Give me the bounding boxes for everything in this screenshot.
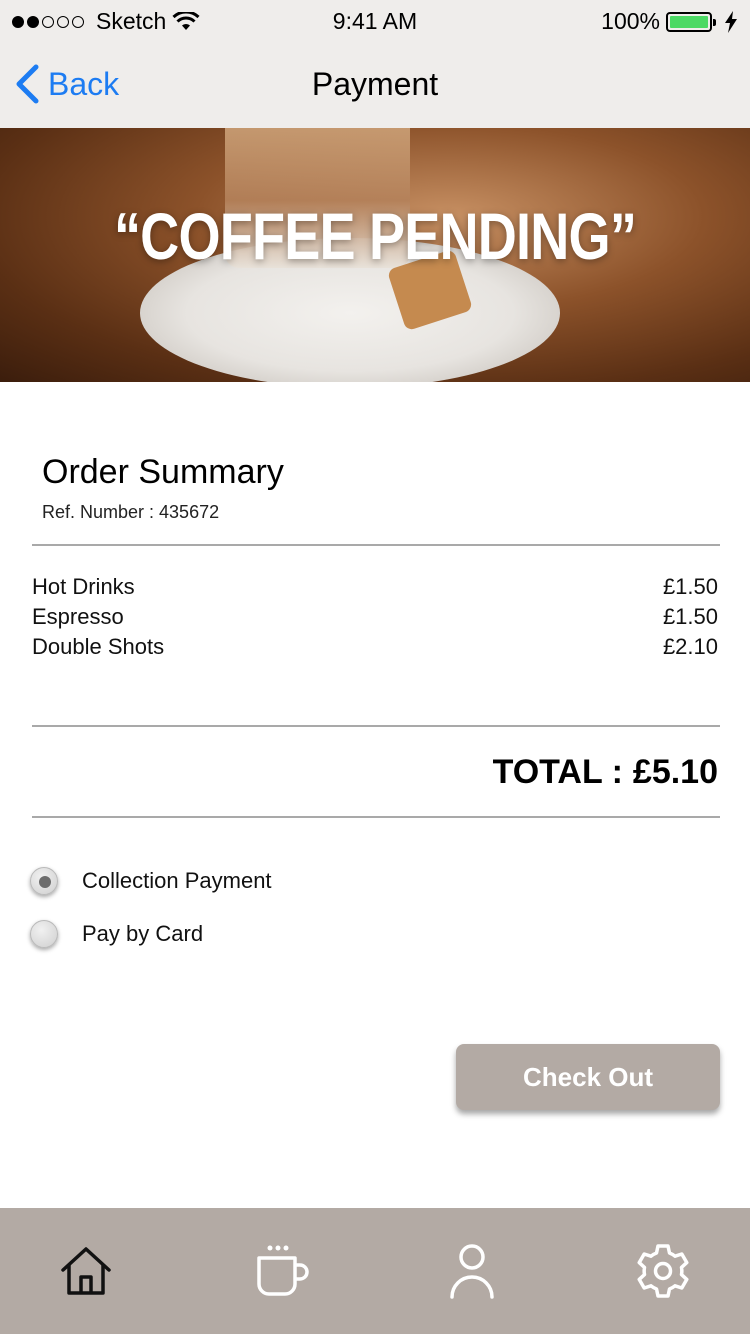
- hero-banner: “COFFEE PENDING”: [0, 128, 750, 382]
- gear-icon: [637, 1244, 689, 1298]
- radio-button[interactable]: [30, 920, 58, 948]
- reference-number: Ref. Number : 435672: [42, 502, 220, 522]
- payment-option-label: Pay by Card: [82, 921, 204, 946]
- radio-button-selected[interactable]: [30, 867, 58, 895]
- status-bar: Sketch 9:41 AM 100%: [0, 0, 750, 44]
- item-name: Hot Drinks: [32, 574, 135, 599]
- tab-home[interactable]: [51, 1236, 121, 1306]
- navigation-bar: Back Payment: [0, 44, 750, 128]
- status-right: 100%: [601, 8, 738, 35]
- home-icon: [61, 1247, 111, 1295]
- tab-profile[interactable]: [437, 1236, 507, 1306]
- tab-order[interactable]: [245, 1236, 315, 1306]
- tab-settings[interactable]: [628, 1236, 698, 1306]
- divider: [32, 725, 720, 727]
- battery-icon: [666, 11, 716, 32]
- divider: [32, 816, 720, 818]
- total-value: £5.10: [632, 753, 718, 791]
- list-item: Espresso £1.50: [32, 602, 718, 632]
- order-total: TOTAL : £5.10: [493, 753, 718, 792]
- item-name: Espresso: [32, 604, 124, 629]
- hero-text: “COFFEE PENDING”: [113, 199, 637, 273]
- list-item: Double Shots £2.10: [32, 632, 718, 662]
- item-price: £2.10: [662, 634, 718, 659]
- payment-option-card[interactable]: Pay by Card: [30, 920, 203, 948]
- coffee-cup-icon: [257, 1245, 309, 1296]
- order-summary-title: Order Summary: [42, 453, 284, 491]
- item-name: Double Shots: [32, 634, 165, 659]
- tab-bar: [0, 1208, 750, 1334]
- payment-option-label: Collection Payment: [82, 868, 272, 893]
- person-icon: [450, 1244, 494, 1299]
- charging-bolt-icon: [725, 10, 737, 33]
- list-item: Hot Drinks £1.50: [32, 572, 718, 602]
- check-out-button[interactable]: Check Out: [456, 1044, 720, 1110]
- order-items-list: Hot Drinks £1.50 Espresso £1.50 Double S…: [32, 572, 718, 662]
- total-label: TOTAL :: [492, 753, 623, 791]
- payment-option-collection[interactable]: Collection Payment: [30, 867, 272, 895]
- battery-percent: 100%: [601, 8, 660, 34]
- item-price: £1.50: [662, 574, 718, 599]
- item-price: £1.50: [662, 604, 718, 629]
- page-title: Payment: [311, 66, 439, 102]
- top-bar: Sketch 9:41 AM 100% Back Payment: [0, 0, 750, 128]
- divider: [32, 544, 720, 546]
